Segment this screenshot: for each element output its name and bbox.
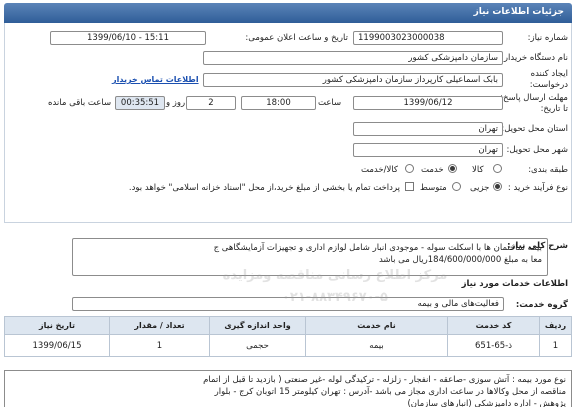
buyer-notes-box: نوع مورد بیمه : آتش سوزی -صاعقه - انفجار… xyxy=(4,370,572,407)
requester-field: بابک اسماعیلی کارپرداز سازمان دامپزشکی ک… xyxy=(203,73,503,87)
category-option-service: خدمت xyxy=(421,165,444,175)
process-option-medium: متوسط xyxy=(420,183,447,193)
remaining-label: ساعت باقی مانده xyxy=(48,98,112,108)
summary-text-line-2: معا به مبلغ 184/600/000/000ریال می باشد xyxy=(378,255,542,265)
city-field: تهران xyxy=(353,143,503,157)
col-header-quantity: تعداد / مقدار xyxy=(109,316,210,335)
category-radio-goods-service[interactable] xyxy=(405,164,414,173)
services-table: ردیف کد خدمت نام خدمت واحد اندازه گیری ت… xyxy=(4,316,572,357)
notes-line-1: نوع مورد بیمه : آتش سوزی -صاعقه - انفجار… xyxy=(203,375,566,385)
page-header: جزئیات اطلاعات نیاز xyxy=(4,3,572,23)
deadline-label: مهلت ارسال پاسخ: تا تاریخ: xyxy=(500,93,568,114)
category-option-goods-service: کالا/خدمت xyxy=(361,165,398,175)
remaining-days-field: 2 xyxy=(186,96,236,110)
summary-text-box: بیمه ساختمان ها با اسکلت سوله - موجودی ا… xyxy=(72,238,548,276)
announce-datetime-label: تاریخ و ساعت اعلان عمومی: xyxy=(245,33,348,43)
cell-row: 1 xyxy=(539,334,572,357)
deadline-date-field: 1399/06/12 xyxy=(353,96,503,110)
deadline-time-field: 18:00 xyxy=(241,96,316,110)
city-label: شهر محل تحویل: xyxy=(506,145,568,155)
category-radio-goods[interactable] xyxy=(493,164,502,173)
process-option-minor: جزیی xyxy=(470,183,490,193)
treasury-bonds-checkbox[interactable] xyxy=(405,182,414,191)
deadline-time-label: ساعت xyxy=(318,98,342,108)
col-header-row: ردیف xyxy=(539,316,572,335)
buyer-name-field: سازمان دامپزشکی کشور xyxy=(203,51,503,65)
notes-line-3: پژوهش - اداره دامپزشکی (انبارهای سازمان) xyxy=(407,399,566,407)
col-header-unit: واحد اندازه گیری xyxy=(209,316,306,335)
summary-text-line-1: بیمه ساختمان ها با اسکلت سوله - موجودی ا… xyxy=(213,243,542,253)
province-field: تهران xyxy=(353,122,503,136)
table-header-row: ردیف کد خدمت نام خدمت واحد اندازه گیری ت… xyxy=(4,316,572,335)
remaining-time-field: 00:35:51 xyxy=(115,96,165,110)
category-radio-service[interactable] xyxy=(448,164,457,173)
process-label: نوع فرآیند خرید : xyxy=(507,183,568,193)
need-number-label: شماره نیاز: xyxy=(527,33,568,43)
announce-datetime-field: 1399/06/10 - 15:11 xyxy=(50,31,206,45)
need-number-field: 1199003023000038 xyxy=(353,31,503,45)
days-label: روز و xyxy=(166,98,186,108)
cell-service-code: ذ-65-651 xyxy=(447,334,540,357)
services-section-title: اطلاعات خدمات مورد نیاز xyxy=(461,279,568,289)
process-radio-minor[interactable] xyxy=(493,182,502,191)
cell-service-name: بیمه xyxy=(305,334,448,357)
cell-need-date: 1399/06/15 xyxy=(4,334,110,357)
category-label: طبقه بندی: xyxy=(528,165,568,175)
col-header-service-code: کد خدمت xyxy=(447,316,540,335)
service-group-label: گروه خدمت: xyxy=(515,300,568,310)
notes-line-2: مناقصه از محل وکالاها در ساعت اداری مجاز… xyxy=(214,387,566,397)
cell-quantity: 1 xyxy=(109,334,210,357)
treasury-bonds-note: پرداخت تمام یا بخشی از مبلغ خرید،از محل … xyxy=(128,183,400,193)
page-title: جزئیات اطلاعات نیاز xyxy=(473,7,564,17)
col-header-need-date: تاریخ نیاز xyxy=(4,316,110,335)
buyer-contact-link[interactable]: اطلاعات تماس خریدار xyxy=(112,75,199,84)
requester-label: ایجاد کننده درخواست: xyxy=(529,69,568,90)
category-option-goods: کالا xyxy=(472,165,484,175)
cell-unit: حجمی xyxy=(209,334,306,357)
table-row[interactable]: 1 ذ-65-651 بیمه حجمی 1 1399/06/15 xyxy=(4,334,572,357)
process-radio-medium[interactable] xyxy=(452,182,461,191)
province-label: استان محل تحویل: xyxy=(501,124,568,134)
service-group-field: فعالیت‌های مالی و بیمه xyxy=(72,297,504,311)
col-header-service-name: نام خدمت xyxy=(305,316,448,335)
buyer-name-label: نام دستگاه خریدار: xyxy=(501,53,568,63)
